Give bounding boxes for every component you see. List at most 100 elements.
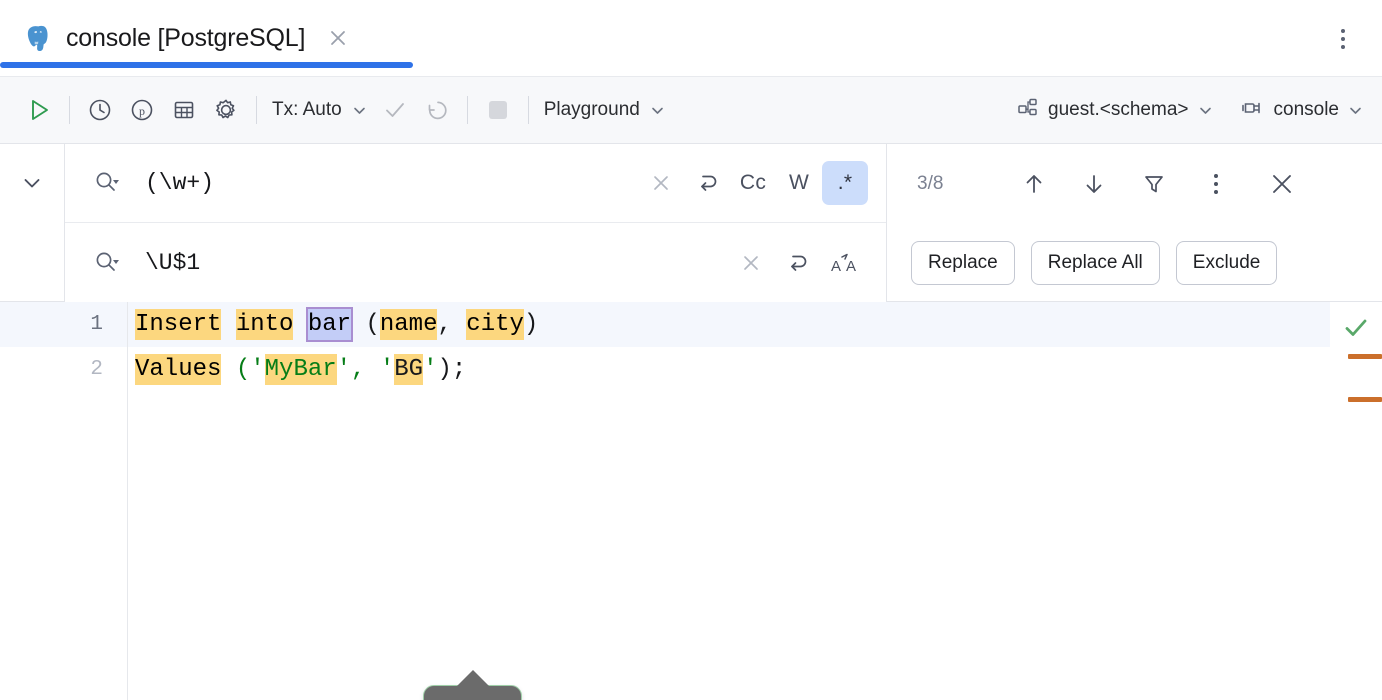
session-label: Playground	[544, 99, 640, 121]
search-input[interactable]: (\w+)	[127, 170, 638, 196]
connection-plug-icon	[1240, 96, 1266, 125]
code-token: into	[236, 309, 294, 340]
chevron-down-icon	[1197, 102, 1214, 119]
code-token: ', '	[337, 354, 395, 385]
chevron-down-icon	[1347, 102, 1364, 119]
editor-marker-gutter[interactable]	[1330, 302, 1382, 700]
line-number-gutter: 1 2	[0, 302, 128, 700]
console-toolbar: p Tx: Auto Playgroun	[0, 76, 1382, 144]
transaction-mode-label: Tx: Auto	[272, 99, 342, 121]
code-token: Insert	[135, 309, 221, 340]
session-dropdown[interactable]: Playground	[538, 99, 672, 121]
code-line-2[interactable]: Values (' MyBar ', ' BG ' );	[128, 347, 1382, 392]
code-token: (	[351, 309, 380, 340]
replace-input[interactable]: \U$1	[127, 250, 728, 276]
current-match-token: bar	[308, 309, 351, 340]
connection-selector[interactable]: console	[1240, 96, 1365, 125]
close-find-panel-icon[interactable]	[1259, 162, 1305, 206]
toolbar-divider-2	[256, 96, 257, 124]
search-actions: Cc W .*	[638, 161, 868, 205]
history-clock-icon[interactable]	[79, 89, 121, 131]
schema-selector[interactable]: guest.<schema>	[1016, 96, 1213, 125]
code-area[interactable]: Insert into bar ( name , city ) Values (…	[128, 302, 1382, 700]
toolbar-divider-4	[528, 96, 529, 124]
active-tab-indicator	[0, 62, 413, 68]
code-token: ('	[221, 354, 264, 385]
more-vertical-icon[interactable]	[1330, 26, 1356, 52]
replace-row: \U$1 A A	[65, 223, 886, 302]
clear-search-icon[interactable]	[638, 161, 684, 205]
replace-actions: A A	[728, 241, 868, 285]
title-bar: console [PostgreSQL]	[0, 0, 1382, 76]
find-options-more-icon[interactable]	[1193, 162, 1239, 206]
close-icon[interactable]	[325, 25, 351, 51]
svg-text:p: p	[139, 104, 145, 118]
code-token: );	[437, 354, 466, 385]
code-token: name	[380, 309, 438, 340]
replace-button[interactable]: Replace	[911, 241, 1015, 285]
exclude-button[interactable]: Exclude	[1176, 241, 1278, 285]
toolbar-divider-3	[467, 96, 468, 124]
replace-buttons-row: Replace Replace All Exclude	[887, 223, 1382, 302]
match-counter: 3/8	[917, 173, 995, 195]
code-token: Values	[135, 354, 221, 385]
code-token: )	[524, 309, 538, 340]
code-token: '	[423, 354, 437, 385]
code-token: city	[466, 309, 524, 340]
parameters-circle-p-icon[interactable]: p	[121, 89, 163, 131]
schema-label: guest.<schema>	[1048, 99, 1188, 121]
code-line-1[interactable]: Insert into bar ( name , city )	[128, 302, 1382, 347]
match-case-toggle[interactable]: Cc	[730, 161, 776, 205]
filter-funnel-icon[interactable]	[1131, 162, 1177, 206]
line-number: 2	[0, 347, 127, 392]
find-panel-controls: 3/8	[886, 144, 1382, 301]
regex-toggle[interactable]: .*	[822, 161, 868, 205]
search-row: (\w+) Cc W	[65, 144, 886, 223]
svg-text:A: A	[831, 258, 841, 275]
transaction-mode-dropdown[interactable]: Tx: Auto	[266, 99, 374, 121]
whole-words-label: W	[789, 171, 809, 195]
replace-all-button[interactable]: Replace All	[1031, 241, 1160, 285]
replacement-preview-tooltip: BAR	[423, 685, 522, 700]
code-token: ,	[437, 309, 466, 340]
match-marker[interactable]	[1348, 397, 1382, 402]
run-play-icon[interactable]	[18, 89, 60, 131]
whole-words-toggle[interactable]: W	[776, 161, 822, 205]
match-case-label: Cc	[740, 171, 766, 195]
inspection-ok-check-icon[interactable]	[1338, 310, 1374, 346]
rollback-undo-icon[interactable]	[416, 89, 458, 131]
replace-magnifier-icon[interactable]	[93, 249, 127, 277]
search-magnifier-icon[interactable]	[93, 169, 127, 197]
replace-wrap-return-icon[interactable]	[774, 241, 820, 285]
chevron-down-icon	[351, 102, 368, 119]
svg-text:A: A	[846, 258, 856, 275]
find-replace-panel: (\w+) Cc W	[0, 144, 1382, 302]
commit-check-icon[interactable]	[374, 89, 416, 131]
schema-tree-icon	[1016, 96, 1040, 125]
toolbar-divider	[69, 96, 70, 124]
tab-title-label: console [PostgreSQL]	[66, 24, 305, 53]
database-console-window: console [PostgreSQL] p	[0, 0, 1382, 700]
regex-label: .*	[838, 171, 853, 195]
find-navigation-row: 3/8	[887, 144, 1382, 223]
code-token: MyBar	[265, 354, 337, 385]
find-replace-fields: (\w+) Cc W	[64, 144, 886, 301]
match-marker[interactable]	[1348, 354, 1382, 359]
clear-replace-icon[interactable]	[728, 241, 774, 285]
collapse-find-panel-toggle[interactable]	[0, 144, 64, 301]
chevron-down-icon	[649, 102, 666, 119]
preserve-case-aa-icon[interactable]: A A	[820, 241, 868, 285]
code-token: BG	[394, 354, 423, 385]
code-token	[293, 309, 307, 340]
stop-square-icon[interactable]	[477, 89, 519, 131]
line-number: 1	[0, 302, 127, 347]
postgresql-elephant-icon	[22, 23, 52, 53]
table-grid-icon[interactable]	[163, 89, 205, 131]
sql-editor[interactable]: 1 2 Insert into bar ( name , city ) Valu…	[0, 302, 1382, 700]
gear-icon[interactable]	[205, 89, 247, 131]
arrow-down-icon[interactable]	[1071, 162, 1117, 206]
wrap-return-icon[interactable]	[684, 161, 730, 205]
connection-label: console	[1274, 99, 1340, 121]
arrow-up-icon[interactable]	[1011, 162, 1057, 206]
code-token	[221, 309, 235, 340]
